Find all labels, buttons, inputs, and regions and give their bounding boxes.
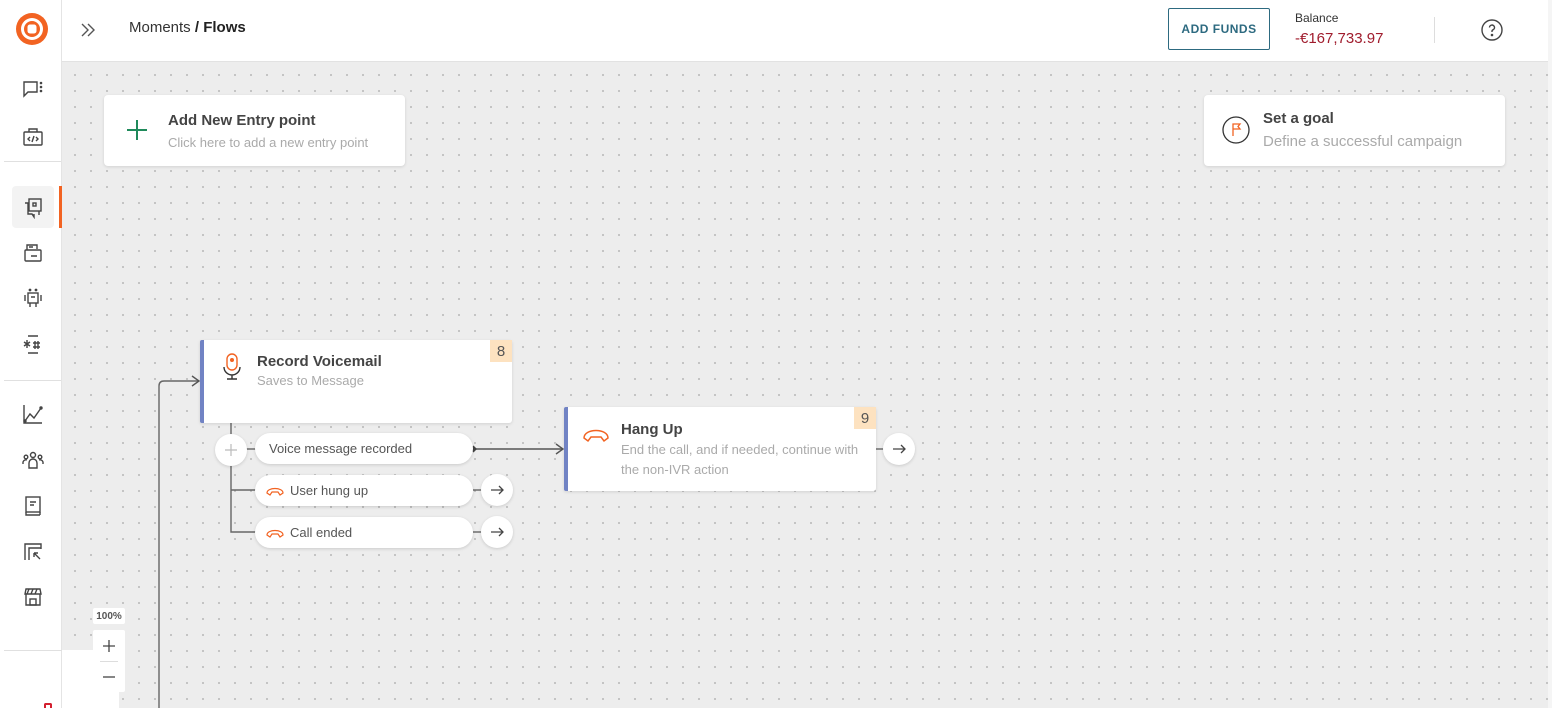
zoom-out-button[interactable] <box>93 662 125 692</box>
header-divider <box>1434 17 1435 43</box>
chat-dots-icon <box>23 81 43 98</box>
sidebar-item-bots[interactable] <box>12 277 54 319</box>
asterisk-hash-icon <box>23 335 40 354</box>
line-chart-icon <box>23 405 43 424</box>
sidebar-item-marketplace[interactable] <box>12 576 54 618</box>
add-funds-button[interactable]: ADD FUNDS <box>1168 8 1270 50</box>
microphone-icon <box>223 353 241 380</box>
branch-voice-message-recorded[interactable]: Voice message recorded <box>255 433 473 464</box>
sidebar-item-developer-tools[interactable] <box>12 116 54 158</box>
node-index-badge: 8 <box>490 340 512 362</box>
sidebar-item-people[interactable] <box>12 439 54 481</box>
zoom-level: 100% <box>93 608 125 624</box>
set-goal-card[interactable]: Set a goal Define a successful campaign <box>1204 95 1505 166</box>
entry-card-subtitle: Click here to add a new entry point <box>168 135 369 150</box>
connect-call-ended-button[interactable] <box>481 516 513 548</box>
branch-label: Call ended <box>290 525 353 540</box>
branch-call-ended[interactable]: Call ended <box>255 517 473 548</box>
breadcrumb-parent[interactable]: Moments <box>129 19 191 36</box>
minus-icon <box>103 676 115 678</box>
sidebar-item-documentation[interactable] <box>12 485 54 527</box>
flag-icon <box>1222 116 1250 144</box>
people-group-icon <box>22 451 44 469</box>
hang-up-icon <box>266 487 284 496</box>
balance-value: -€167,733.97 <box>1295 30 1384 47</box>
sidebar-item-templates[interactable] <box>12 232 54 274</box>
connect-user-hung-up-button[interactable] <box>481 474 513 506</box>
sidebar-divider <box>4 161 61 162</box>
robot-icon <box>24 288 42 307</box>
node-title: Hang Up <box>621 421 683 438</box>
branch-user-hung-up[interactable]: User hung up <box>255 475 473 506</box>
help-icon[interactable] <box>1480 18 1504 42</box>
branch-label: User hung up <box>290 483 369 498</box>
sidebar <box>0 0 62 708</box>
arrowhead-hangup <box>555 443 565 455</box>
balance-label: Balance <box>1295 11 1339 25</box>
arrow-right-icon <box>491 485 504 495</box>
goal-card-subtitle: Define a successful campaign <box>1263 133 1463 150</box>
cursor-frame-icon <box>24 543 42 560</box>
sidebar-item-conversations[interactable] <box>12 69 54 111</box>
sidebar-item-analytics[interactable] <box>12 393 54 435</box>
arrow-right-icon <box>491 527 504 537</box>
window-edge <box>1548 0 1552 708</box>
breadcrumb: Moments / Flows <box>129 19 246 36</box>
node-subtitle: End the call, and if needed, continue wi… <box>621 442 859 477</box>
stacked-cards-icon <box>24 244 42 262</box>
zoom-in-button[interactable] <box>93 631 125 661</box>
plus-icon <box>225 444 237 456</box>
breadcrumb-separator: / <box>190 19 204 36</box>
hang-up-icon <box>266 529 284 538</box>
add-branch-button[interactable] <box>215 434 247 466</box>
notification-icon[interactable] <box>44 703 52 708</box>
brand-logo-icon[interactable] <box>15 12 49 46</box>
node-subtitle: Saves to Message <box>257 373 364 388</box>
store-icon <box>24 588 42 606</box>
expand-sidebar-icon[interactable] <box>76 18 100 42</box>
goal-card-title: Set a goal <box>1263 110 1334 127</box>
arrow-right-icon <box>893 444 906 454</box>
flow-canvas[interactable]: Add New Entry point Click here to add a … <box>62 62 1548 708</box>
app: Moments / Flows ADD FUNDS Balance -€167,… <box>0 0 1552 708</box>
branch-label: Voice message recorded <box>269 441 413 456</box>
plus-icon <box>127 120 147 140</box>
connect-hang-up-button[interactable] <box>883 433 915 465</box>
add-entry-point-card[interactable]: Add New Entry point Click here to add a … <box>104 95 405 166</box>
arrowhead-entry <box>191 375 201 387</box>
zoom-controls <box>93 630 125 692</box>
node-record-voicemail[interactable]: Record Voicemail Saves to Message 8 <box>200 340 512 423</box>
node-title: Record Voicemail <box>257 353 382 370</box>
entry-card-title: Add New Entry point <box>168 112 316 129</box>
book-icon <box>25 496 41 516</box>
node-index-badge: 9 <box>854 407 876 429</box>
sidebar-item-moments[interactable] <box>12 186 54 228</box>
hang-up-icon <box>583 429 609 443</box>
top-header: Moments / Flows ADD FUNDS Balance -€167,… <box>62 0 1552 62</box>
sidebar-item-numbers[interactable] <box>12 323 54 365</box>
code-briefcase-icon <box>23 128 43 146</box>
sidebar-item-campaigns[interactable] <box>12 531 54 573</box>
copy-chat-icon <box>25 198 42 219</box>
node-hang-up[interactable]: Hang Up End the call, and if needed, con… <box>564 407 876 491</box>
plus-icon <box>103 640 115 652</box>
sidebar-footer <box>4 650 62 682</box>
sidebar-divider <box>4 380 61 381</box>
connector-entry <box>158 380 198 708</box>
breadcrumb-current: Flows <box>203 19 246 36</box>
